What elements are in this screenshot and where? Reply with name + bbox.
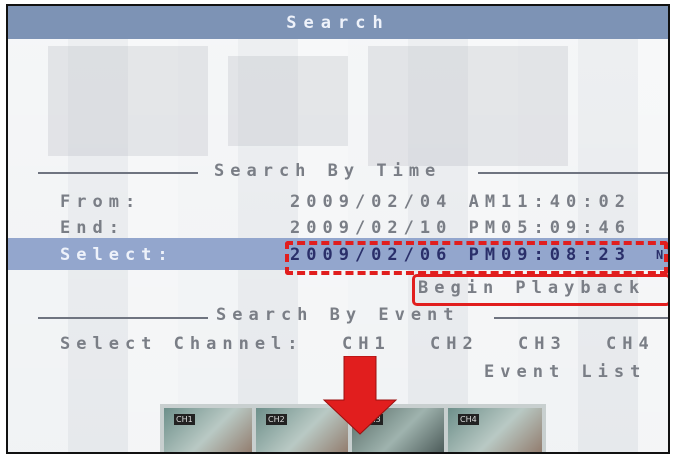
divider [478, 172, 668, 174]
section-heading-time: Search By Time [214, 161, 442, 181]
thumbnail-label: CH1 [174, 414, 195, 425]
channel-ch3[interactable]: CH3 [518, 334, 567, 354]
channel-ch1[interactable]: CH1 [342, 334, 391, 354]
channel-ch2[interactable]: CH2 [430, 334, 479, 354]
begin-playback-highlight [412, 274, 668, 306]
camera-thumbnail: CH4 [448, 408, 542, 452]
event-list-button[interactable]: Event List [484, 362, 646, 382]
down-arrow-icon [322, 356, 398, 435]
select-value-highlight [285, 241, 668, 275]
background-image-tile [368, 46, 568, 166]
pointer-arrow-icon: ← [668, 280, 670, 296]
title-bar: Search [8, 6, 668, 39]
divider [38, 172, 198, 174]
select-label: Select: [60, 245, 174, 265]
from-label: From: [60, 192, 142, 212]
pointer-arrow-icon: ← [667, 242, 668, 258]
section-heading-event: Search By Event [216, 305, 460, 325]
divider [38, 317, 208, 319]
from-value[interactable]: 2009/02/04 AM11:40:02 [290, 192, 631, 212]
background-image-tile [48, 46, 208, 156]
dvr-search-screen: Search Search By Time From: 2009/02/04 A… [6, 4, 670, 454]
thumbnail-label: CH2 [266, 414, 287, 425]
background-image-tile [228, 56, 348, 146]
end-value[interactable]: 2009/02/10 PM05:09:46 [290, 218, 631, 238]
end-label: End: [60, 218, 125, 238]
page-title: Search [286, 13, 390, 33]
divider [494, 317, 668, 319]
channel-ch4[interactable]: CH4 [606, 334, 655, 354]
select-channel-label: Select Channel: [60, 334, 304, 354]
camera-thumbnail: CH1 [164, 408, 252, 452]
thumbnail-label: CH4 [458, 414, 479, 425]
